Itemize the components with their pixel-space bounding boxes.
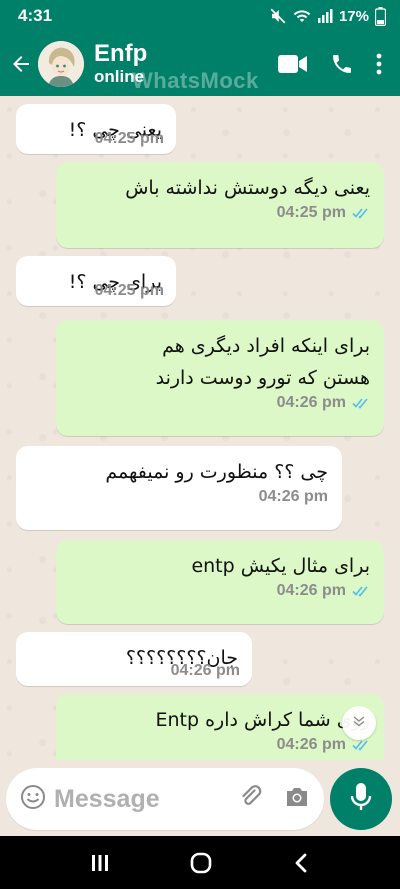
read-ticks-icon	[352, 739, 370, 751]
message-meta: 04:26 pm	[171, 662, 240, 680]
message-text: برای مثال یکیش entp	[191, 555, 370, 577]
chevron-down-icon	[351, 713, 367, 733]
composer: Message	[0, 760, 400, 836]
mute-icon	[269, 7, 287, 25]
message-outgoing[interactable]: برای مثال یکیش entp 04:26 pm	[56, 540, 384, 624]
battery-percent: 17%	[338, 7, 369, 25]
scroll-down-button[interactable]	[342, 706, 376, 740]
more-options-icon[interactable]	[376, 53, 382, 75]
message-meta: 04:25 pm	[95, 130, 164, 148]
read-ticks-icon	[352, 207, 370, 219]
message-text: روی شما کراش داره Entp	[155, 709, 370, 731]
message-incoming[interactable]: چی ؟؟ منظورت رو نمیفهمم 04:26 pm	[16, 446, 342, 530]
status-time: 4:31	[18, 6, 53, 25]
message-meta: 04:26 pm	[70, 394, 370, 412]
message-incoming[interactable]: جان؟؟؟؟؟؟؟؟ 04:26 pm	[16, 632, 252, 686]
back-icon[interactable]	[291, 852, 311, 874]
header-actions	[278, 52, 382, 76]
message-time: 04:26 pm	[170, 662, 240, 679]
message-time: 04:26 pm	[276, 582, 346, 599]
status-icons: 17%	[269, 6, 386, 26]
message-time: 04:25 pm	[94, 130, 164, 147]
message-text: برای اینکه افراد دیگری هم هستن که تورو د…	[155, 335, 370, 389]
message-meta: 04:26 pm	[70, 736, 370, 754]
message-meta: 04:25 pm	[95, 282, 164, 300]
phone-icon[interactable]	[330, 52, 354, 76]
read-ticks-icon	[352, 397, 370, 409]
video-call-icon[interactable]	[278, 53, 308, 75]
message-meta: 04:26 pm	[70, 582, 370, 600]
message-incoming[interactable]: یعنی چی ؟! 04:25 pm	[16, 104, 176, 154]
message-outgoing[interactable]: روی شما کراش داره Entp 04:26 pm	[56, 694, 384, 760]
message-time: 04:26 pm	[276, 394, 346, 411]
message-time: 04:25 pm	[276, 204, 346, 221]
chat-header: Enfp online	[0, 32, 400, 96]
system-nav-bar	[0, 836, 400, 889]
contact-info[interactable]: Enfp online	[94, 41, 147, 87]
mic-button[interactable]	[330, 768, 392, 830]
wifi-icon	[293, 8, 311, 24]
home-icon[interactable]	[189, 851, 213, 875]
camera-icon[interactable]	[284, 785, 310, 813]
status-bar: 4:31 17%	[0, 0, 400, 32]
message-text: چی ؟؟ منظورت رو نمیفهمم	[105, 461, 328, 483]
message-time: 04:26 pm	[258, 488, 328, 505]
message-placeholder: Message	[54, 784, 160, 813]
contact-name: Enfp	[94, 40, 148, 67]
chat-area[interactable]: یعنی چی ؟! 04:25 pm یعنی دیگه دوستش نداش…	[0, 96, 400, 760]
contact-status: online	[94, 67, 145, 86]
message-incoming[interactable]: برای چی ؟! 04:25 pm	[16, 256, 176, 306]
recent-apps-icon[interactable]	[89, 852, 111, 874]
message-input[interactable]: Message	[6, 768, 324, 830]
message-meta: 04:26 pm	[30, 488, 328, 506]
avatar[interactable]	[38, 41, 84, 87]
signal-icon	[317, 8, 333, 24]
message-meta: 04:25 pm	[70, 204, 370, 222]
message-time: 04:25 pm	[94, 282, 164, 299]
read-ticks-icon	[352, 585, 370, 597]
message-outgoing[interactable]: برای اینکه افراد دیگری هم هستن که تورو د…	[56, 320, 384, 436]
attach-icon[interactable]	[238, 784, 264, 814]
emoji-icon[interactable]	[20, 784, 46, 814]
message-time: 04:26 pm	[276, 736, 346, 753]
back-arrow-icon[interactable]	[4, 47, 38, 81]
battery-icon	[375, 6, 386, 26]
mic-icon	[350, 782, 372, 816]
composer-actions	[238, 784, 310, 814]
message-outgoing[interactable]: یعنی دیگه دوستش نداشته باش 04:25 pm	[56, 162, 384, 248]
message-text: یعنی دیگه دوستش نداشته باش	[125, 177, 370, 199]
